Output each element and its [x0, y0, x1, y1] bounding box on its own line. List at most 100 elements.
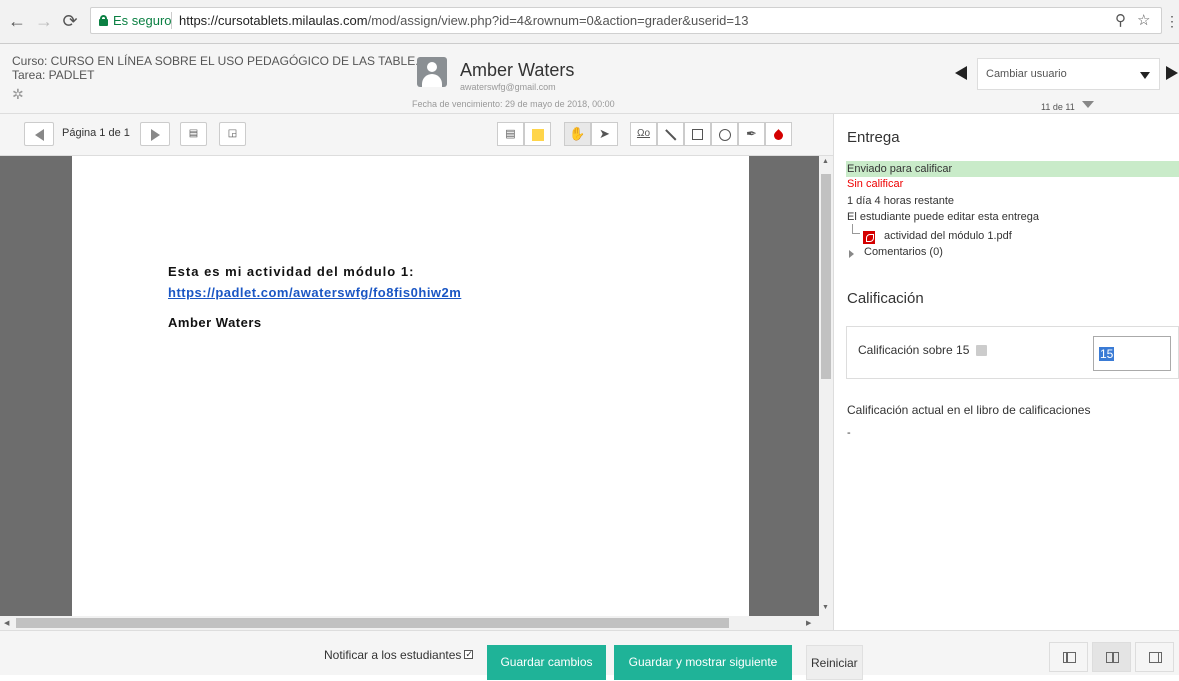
due-date: Fecha de vencimiento: 29 de mayo de 2018… — [412, 99, 615, 109]
grading-panel: Entrega Enviado para calificar Sin calif… — [833, 114, 1179, 630]
submission-file-link[interactable]: actividad del módulo 1.pdf — [884, 230, 1012, 242]
tree-connector — [852, 224, 860, 234]
grade-input[interactable]: 15 — [1093, 336, 1171, 371]
expand-icon: ◲ — [227, 128, 238, 139]
task-title[interactable]: Tarea: PADLET — [12, 68, 425, 82]
grader-header: Curso: CURSO EN LÍNEA SOBRE EL USO PEDAG… — [0, 44, 1179, 114]
color-drop-icon — [772, 129, 785, 143]
annotation-toolbar: Página 1 de 1 ▤ ◲ ▤ ✋ ➤ Ωo ✒ — [0, 114, 833, 156]
document-author: Amber Waters — [168, 315, 262, 330]
notify-checkbox[interactable]: ✓ — [464, 650, 474, 660]
avatar — [417, 57, 447, 87]
comment-button[interactable]: ▤ — [497, 122, 524, 146]
select-tool-button[interactable]: ➤ — [591, 122, 618, 146]
pen-tool-button[interactable]: ✒ — [738, 122, 765, 146]
pen-icon: ✒ — [746, 126, 757, 141]
zoom-icon[interactable]: ⚲ — [1115, 11, 1126, 29]
user-count: 11 de 11 — [1041, 102, 1075, 112]
layout-default-button[interactable] — [1092, 642, 1131, 672]
pointer-icon: ➤ — [599, 126, 610, 141]
horizontal-scrollbar[interactable]: ◀ ▶ — [0, 616, 819, 630]
menu-kebab-icon[interactable]: ⋮ — [1162, 11, 1179, 31]
notify-label: Notificar a los estudiantes — [324, 648, 462, 662]
scrollbar-corner — [819, 616, 833, 630]
grade-heading: Calificación — [847, 290, 924, 307]
url-path: /mod/assign/view.php?id=4&rownum=0&actio… — [367, 13, 749, 28]
gradebook-value: - — [847, 427, 851, 439]
page-indicator: Página 1 de 1 — [62, 127, 130, 139]
document-link[interactable]: https://padlet.com/awaterswfg/fo8fis0hiw… — [168, 285, 461, 300]
document-title: Esta es mi actividad del módulo 1: — [168, 264, 415, 279]
lock-icon — [99, 15, 108, 26]
caret-down-icon — [1140, 72, 1150, 79]
next-page-button[interactable] — [140, 122, 170, 146]
address-divider — [171, 12, 172, 29]
horizontal-scroll-thumb[interactable] — [16, 618, 729, 628]
grade-label: Calificación sobre 15 — [858, 343, 970, 357]
oval-tool-button[interactable] — [711, 122, 738, 146]
browser-toolbar: ← → ⟳ Es seguro https://cursotablets.mil… — [0, 0, 1179, 44]
secure-label: Es seguro — [113, 13, 172, 28]
address-bar[interactable]: Es seguro https://cursotablets.milaulas.… — [90, 7, 1162, 34]
action-bar: Notificar a los estudiantes ✓ Guardar cam… — [0, 630, 1179, 680]
status-submitted: Enviado para calificar — [846, 161, 1179, 177]
forward-arrow-icon[interactable]: → — [34, 11, 54, 31]
search-comments-icon: ▤ — [188, 128, 199, 139]
line-icon — [665, 129, 676, 141]
submission-heading: Entrega — [847, 129, 900, 146]
expand-triangle-icon[interactable] — [849, 250, 854, 258]
change-user-placeholder: Cambiar usuario — [986, 68, 1067, 80]
rectangle-tool-button[interactable] — [684, 122, 711, 146]
course-info: Curso: CURSO EN LÍNEA SOBRE EL USO PEDAG… — [12, 54, 425, 82]
search-comments-button[interactable]: ▤ — [180, 122, 207, 146]
scroll-down-icon[interactable]: ▼ — [822, 604, 829, 611]
line-tool-button[interactable] — [657, 122, 684, 146]
next-user-icon[interactable] — [1166, 66, 1178, 80]
layout-left-icon — [1063, 652, 1076, 663]
back-arrow-icon[interactable]: ← — [7, 11, 27, 31]
sticky-color-button[interactable] — [524, 122, 551, 146]
gear-icon[interactable]: ✲ — [12, 86, 24, 103]
expand-comments-button[interactable]: ◲ — [219, 122, 246, 146]
layout-collapse-review-button[interactable] — [1135, 642, 1174, 672]
layout-split-icon — [1106, 652, 1119, 663]
status-grade: Sin calificar — [847, 178, 904, 190]
rectangle-icon — [692, 129, 703, 141]
user-name[interactable]: Amber Waters — [460, 60, 574, 81]
hand-icon: ✋ — [569, 126, 586, 141]
oval-icon — [718, 128, 731, 141]
course-title[interactable]: Curso: CURSO EN LÍNEA SOBRE EL USO PEDAG… — [12, 54, 425, 68]
scroll-up-icon[interactable]: ▲ — [822, 158, 829, 165]
scroll-right-icon[interactable]: ▶ — [806, 619, 811, 627]
triangle-right-icon — [150, 128, 160, 141]
grade-box: Calificación sobre 15 15 — [846, 326, 1179, 379]
time-remaining: 1 día 4 horas restante — [847, 195, 955, 207]
layout-right-icon — [1149, 652, 1162, 663]
pdf-page[interactable]: Esta es mi actividad del módulo 1: https… — [72, 156, 749, 616]
layout-collapse-grade-button[interactable] — [1049, 642, 1088, 672]
pan-tool-button[interactable]: ✋ — [564, 122, 591, 146]
triangle-left-icon — [34, 128, 44, 141]
vertical-scroll-thumb[interactable] — [821, 174, 831, 379]
grade-value: 15 — [1099, 347, 1115, 361]
user-email: awaterswfg@gmail.com — [460, 82, 556, 92]
change-user-select[interactable]: Cambiar usuario — [977, 58, 1160, 90]
notify-students[interactable]: Notificar a los estudiantes ✓ — [324, 648, 474, 662]
url-text[interactable]: https://cursotablets.milaulas.com/mod/as… — [179, 13, 748, 28]
filter-icon[interactable] — [1082, 101, 1094, 108]
help-icon[interactable] — [976, 345, 987, 356]
sticky-note-icon — [531, 128, 544, 141]
reload-icon[interactable]: ⟳ — [60, 11, 80, 31]
color-button[interactable] — [765, 122, 792, 146]
vertical-scrollbar[interactable]: ▲ ▼ — [819, 156, 833, 616]
scroll-left-icon[interactable]: ◀ — [4, 619, 9, 627]
previous-user-icon[interactable] — [955, 66, 967, 80]
previous-page-button[interactable] — [24, 122, 54, 146]
stamp-tool-button[interactable]: Ωo — [630, 122, 657, 146]
bookmark-star-icon[interactable]: ☆ — [1137, 11, 1150, 29]
document-viewer[interactable]: Esta es mi actividad del módulo 1: https… — [0, 156, 819, 616]
edit-permission: El estudiante puede editar esta entrega — [847, 211, 1040, 223]
comment-icon: ▤ — [505, 128, 516, 140]
stamp-icon: Ωo — [636, 128, 651, 139]
comments-toggle[interactable]: Comentarios (0) — [864, 246, 943, 258]
